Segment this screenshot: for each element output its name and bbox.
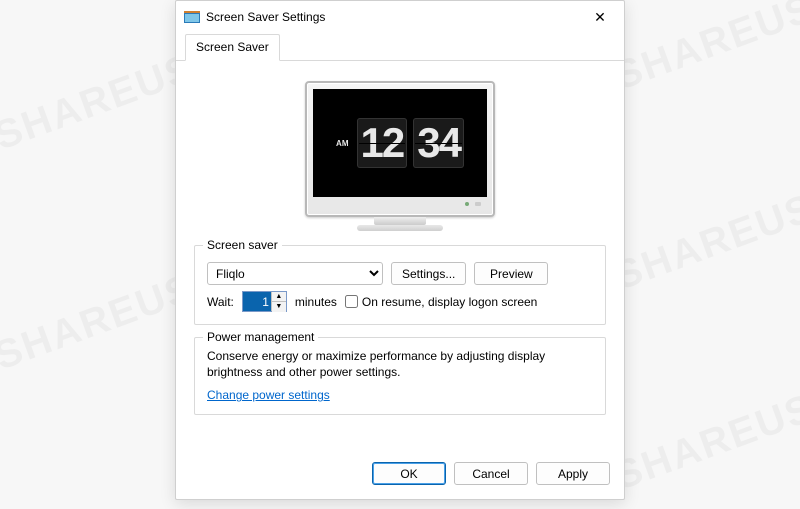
power-management-description: Conserve energy or maximize performance … (207, 348, 593, 380)
window-icon (184, 11, 200, 23)
dialog-footer: OK Cancel Apply (176, 454, 624, 499)
spinner-down-icon[interactable]: ▼ (272, 302, 286, 312)
power-management-group: Power management Conserve energy or maxi… (194, 337, 606, 415)
monitor-led-icon (465, 202, 469, 206)
close-button[interactable]: ✕ (584, 9, 616, 26)
cancel-button[interactable]: Cancel (454, 462, 528, 485)
watermark: SHAREUS (609, 386, 800, 500)
wait-label: Wait: (207, 295, 234, 309)
on-resume-checkbox-label[interactable]: On resume, display logon screen (345, 295, 537, 309)
flip-clock-minutes: 34 (413, 118, 464, 168)
watermark: SHAREUS (0, 266, 201, 380)
flip-clock-hours: 12 (357, 118, 408, 168)
window-title: Screen Saver Settings (206, 10, 584, 24)
preview-button[interactable]: Preview (474, 262, 548, 285)
on-resume-checkbox[interactable] (345, 295, 358, 308)
titlebar[interactable]: Screen Saver Settings ✕ (176, 1, 624, 33)
screen-saver-legend: Screen saver (203, 238, 282, 252)
watermark: SHAREUS (609, 0, 800, 99)
preview-ampm: AM (336, 139, 348, 148)
preview-minutes: 34 (417, 122, 460, 164)
screen-saver-settings-window: Screen Saver Settings ✕ Screen Saver AM … (175, 0, 625, 500)
ok-button[interactable]: OK (372, 462, 446, 485)
screensaver-preview-monitor: AM 12 34 (194, 75, 606, 245)
change-power-settings-link[interactable]: Change power settings (207, 388, 330, 402)
wait-minutes-spinner[interactable]: 1 ▲ ▼ (242, 291, 287, 312)
on-resume-text: On resume, display logon screen (362, 295, 537, 309)
screensaver-select[interactable]: Fliqlo (207, 262, 383, 285)
settings-button[interactable]: Settings... (391, 262, 466, 285)
minutes-label: minutes (295, 295, 337, 309)
monitor-button-icon (475, 202, 481, 206)
screen-saver-group: Screen saver Fliqlo Settings... Preview … (194, 245, 606, 325)
power-management-legend: Power management (203, 330, 318, 344)
preview-hours: 12 (361, 122, 404, 164)
watermark: SHAREUS (0, 46, 201, 160)
wait-minutes-value[interactable]: 1 (243, 292, 271, 311)
tabstrip: Screen Saver (176, 33, 624, 61)
watermark: SHAREUS (609, 186, 800, 300)
dialog-body: AM 12 34 Screen saver Fliqlo Settings...… (176, 61, 624, 454)
apply-button[interactable]: Apply (536, 462, 610, 485)
spinner-up-icon[interactable]: ▲ (272, 292, 286, 302)
tab-screen-saver[interactable]: Screen Saver (185, 34, 280, 61)
